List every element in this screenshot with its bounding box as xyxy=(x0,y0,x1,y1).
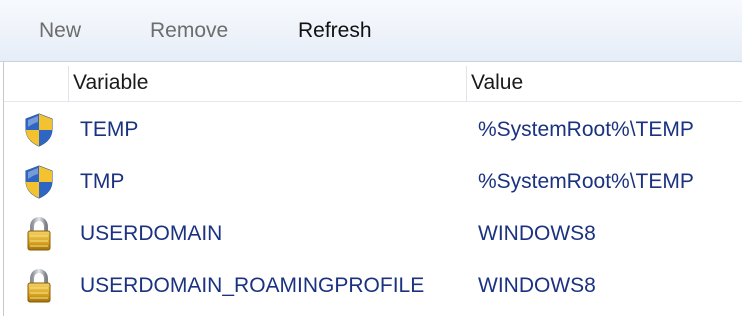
variable-value: %SystemRoot%\TEMP xyxy=(478,118,694,141)
remove-button[interactable]: Remove xyxy=(150,0,228,62)
shield-icon xyxy=(24,165,54,199)
shield-icon xyxy=(24,113,54,147)
variable-name: USERDOMAIN xyxy=(80,222,223,245)
list-item[interactable]: USERDOMAIN_ROAMINGPROFILE WINDOWS8 xyxy=(4,260,742,312)
lock-icon xyxy=(24,268,54,303)
lock-icon xyxy=(24,216,54,251)
column-separator[interactable] xyxy=(466,66,467,102)
list-item[interactable]: TEMP %SystemRoot%\TEMP xyxy=(4,104,742,156)
column-header-value[interactable]: Value xyxy=(471,62,523,102)
variable-name: TMP xyxy=(80,170,125,193)
list-item[interactable]: TMP %SystemRoot%\TEMP xyxy=(4,156,742,208)
variable-value: WINDOWS8 xyxy=(478,222,596,245)
variable-value: %SystemRoot%\TEMP xyxy=(478,170,694,193)
list-item[interactable]: USERDOMAIN WINDOWS8 xyxy=(4,208,742,260)
refresh-button[interactable]: Refresh xyxy=(298,0,372,62)
variable-name: USERDOMAIN_ROAMINGPROFILE xyxy=(80,274,425,297)
environment-variables-list: Variable Value TEMP %SystemRoot%\TEMP TM… xyxy=(3,62,742,316)
toolbar: New Remove Refresh xyxy=(0,0,742,62)
column-separator[interactable] xyxy=(68,66,69,102)
variable-name: TEMP xyxy=(80,118,139,141)
new-button[interactable]: New xyxy=(39,0,81,62)
variable-value: WINDOWS8 xyxy=(478,274,596,297)
column-header-variable[interactable]: Variable xyxy=(73,62,149,102)
list-header: Variable Value xyxy=(4,62,742,102)
